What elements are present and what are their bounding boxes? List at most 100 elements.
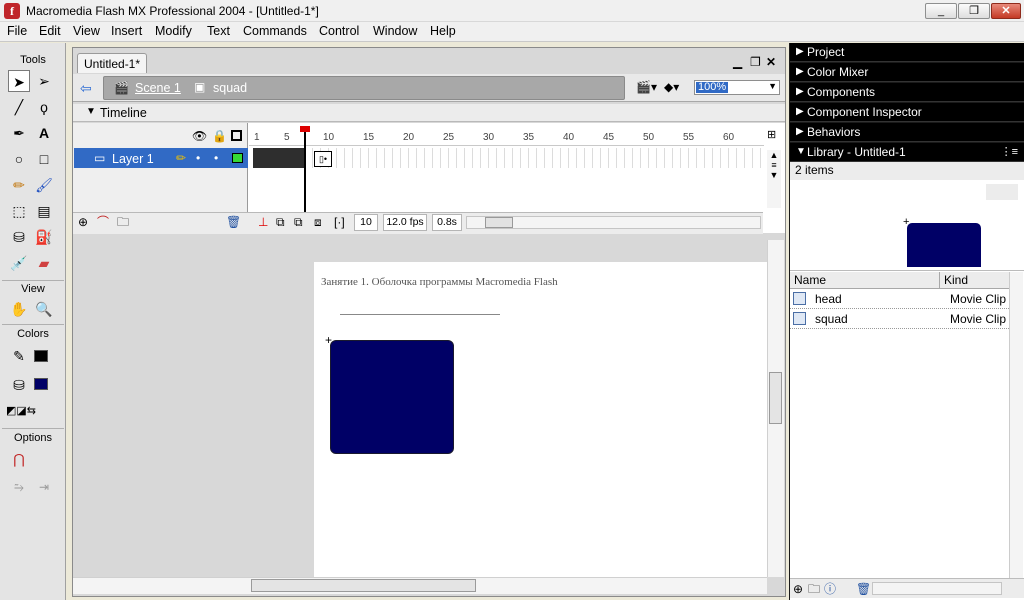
panel-behaviors[interactable]: ▶ Behaviors bbox=[790, 123, 1024, 142]
menu-view[interactable]: View bbox=[73, 24, 100, 38]
timeline-vscroll[interactable]: ▲ ≡ ▼ bbox=[767, 150, 781, 208]
lasso-tool-icon[interactable]: ϙ bbox=[33, 96, 55, 118]
minimize-button[interactable]: _ bbox=[925, 3, 957, 19]
preview-controls[interactable] bbox=[986, 184, 1018, 200]
free-transform-tool-icon[interactable]: ⬚ bbox=[8, 200, 30, 222]
pencil-tool-icon[interactable]: ✏ bbox=[8, 174, 30, 196]
maximize-button[interactable]: ❐ bbox=[958, 3, 990, 19]
new-folder-icon[interactable]: 🗀 bbox=[808, 582, 820, 596]
library-vscroll[interactable] bbox=[1009, 272, 1023, 578]
menu-text[interactable]: Text bbox=[207, 24, 230, 38]
panel-color-mixer[interactable]: ▶ Color Mixer bbox=[790, 63, 1024, 82]
show-hide-eye-icon[interactable]: 👁 bbox=[192, 129, 207, 143]
stage-hscroll-thumb[interactable] bbox=[251, 579, 476, 592]
stroke-color-swatch[interactable] bbox=[34, 350, 48, 362]
lock-icon[interactable]: 🔒 bbox=[212, 129, 227, 143]
document-tab[interactable]: Untitled-1* bbox=[77, 53, 147, 73]
zoom-tool-icon[interactable]: 🔍 bbox=[33, 298, 55, 320]
hand-tool-icon[interactable]: ✋ bbox=[8, 298, 30, 320]
fill-color-swatch[interactable] bbox=[34, 378, 48, 390]
delete-item-icon[interactable]: 🗑 bbox=[856, 582, 871, 596]
oval-tool-icon[interactable]: ○ bbox=[8, 148, 30, 170]
new-symbol-icon[interactable]: ⊕ bbox=[793, 582, 803, 596]
add-motion-guide-icon[interactable]: ⌒ bbox=[97, 215, 109, 229]
insert-layer-icon[interactable]: ⊕ bbox=[78, 215, 88, 229]
paint-bucket-tool-icon[interactable]: ⛽ bbox=[33, 226, 55, 248]
edit-symbols-icon[interactable]: ◆▾ bbox=[664, 80, 679, 94]
zoom-dropdown-icon[interactable]: ▼ bbox=[768, 81, 777, 91]
close-button[interactable]: ✕ bbox=[991, 3, 1021, 19]
edit-scene-icon[interactable]: 🎬▾ bbox=[636, 80, 657, 94]
end-frame-marker[interactable]: ▯• bbox=[314, 151, 332, 167]
playhead[interactable] bbox=[304, 126, 306, 212]
modify-markers-icon[interactable]: [·] bbox=[334, 215, 345, 229]
keyframe-span[interactable] bbox=[253, 148, 305, 168]
menu-control[interactable]: Control bbox=[319, 24, 359, 38]
expand-arrow-icon: ▶ bbox=[796, 46, 804, 57]
panel-components[interactable]: ▶ Components bbox=[790, 83, 1024, 102]
ruler-tick: 1 bbox=[254, 132, 260, 143]
eraser-tool-icon[interactable]: ▰ bbox=[33, 252, 55, 274]
swap-colors-icon[interactable]: ◩◪⇆ bbox=[6, 400, 36, 422]
snap-magnet-icon[interactable]: ⋂ bbox=[8, 448, 30, 470]
menu-window[interactable]: Window bbox=[373, 24, 417, 38]
breadcrumb-scene[interactable]: Scene 1 bbox=[135, 81, 181, 95]
library-item[interactable]: head Movie Clip bbox=[790, 290, 1009, 309]
doc-close-icon[interactable]: ✕ bbox=[766, 55, 776, 69]
onion-skin-icon[interactable]: ⧉ bbox=[276, 215, 285, 229]
menu-file[interactable]: File bbox=[7, 24, 27, 38]
brush-tool-icon[interactable]: 🖌 bbox=[33, 174, 55, 196]
menu-edit[interactable]: Edit bbox=[39, 24, 61, 38]
collapse-arrow-icon[interactable]: ▼ bbox=[86, 106, 96, 117]
panel-options-icon[interactable]: ⋮≡ bbox=[1001, 145, 1018, 158]
insert-folder-icon[interactable]: 🗀 bbox=[117, 215, 129, 229]
straighten-icon[interactable]: ⇥ bbox=[33, 476, 55, 498]
panel-library[interactable]: ▼ Library - Untitled-1 ⋮≡ bbox=[790, 143, 1024, 162]
ink-bottle-tool-icon[interactable]: ⛁ bbox=[8, 226, 30, 248]
menu-commands[interactable]: Commands bbox=[243, 24, 307, 38]
menu-help[interactable]: Help bbox=[430, 24, 456, 38]
column-divider[interactable] bbox=[939, 272, 940, 289]
fill-transform-tool-icon[interactable]: ▤ bbox=[33, 200, 55, 222]
outline-icon[interactable] bbox=[231, 130, 242, 141]
onion-outline-icon[interactable]: ⧉ bbox=[294, 215, 303, 229]
library-item[interactable]: squad Movie Clip bbox=[790, 310, 1009, 329]
frames-hscroll-thumb[interactable] bbox=[485, 217, 513, 228]
layer-color-swatch[interactable] bbox=[232, 153, 243, 163]
panel-project[interactable]: ▶ Project bbox=[790, 43, 1024, 62]
column-name[interactable]: Name bbox=[794, 273, 826, 287]
delete-layer-icon[interactable]: 🗑 bbox=[226, 215, 241, 229]
text-tool-icon[interactable]: A bbox=[33, 122, 55, 144]
timeline-options-icon[interactable]: ⊞ bbox=[767, 128, 776, 142]
pen-tool-icon[interactable]: ✒ bbox=[8, 122, 30, 144]
flash-app-icon[interactable]: f bbox=[4, 3, 20, 19]
menu-bar bbox=[0, 22, 1024, 42]
center-frame-icon[interactable]: ⊥ bbox=[258, 215, 268, 229]
breadcrumb-symbol[interactable]: squad bbox=[213, 81, 247, 95]
panel-component-inspector[interactable]: ▶ Component Inspector bbox=[790, 103, 1024, 122]
library-hscroll[interactable] bbox=[872, 582, 1002, 595]
edit-multiple-frames-icon[interactable]: ⧈ bbox=[314, 215, 322, 229]
frame-rate[interactable]: 12.0 fps bbox=[383, 214, 427, 231]
menu-insert[interactable]: Insert bbox=[111, 24, 142, 38]
arrow-tool-icon[interactable]: ➤ bbox=[8, 70, 30, 92]
squad-symbol-instance[interactable] bbox=[330, 340, 454, 454]
layer-name[interactable]: Layer 1 bbox=[112, 152, 154, 166]
timeline-header[interactable] bbox=[73, 104, 785, 122]
doc-restore-icon[interactable]: ❐ bbox=[750, 55, 761, 69]
doc-minimize-icon[interactable]: ▁ bbox=[733, 55, 742, 69]
smooth-icon[interactable]: ⥲ bbox=[8, 476, 30, 498]
menu-modify[interactable]: Modify bbox=[155, 24, 192, 38]
subselect-tool-icon[interactable]: ➢ bbox=[33, 70, 55, 92]
zoom-field[interactable]: 100% ▼ bbox=[694, 80, 780, 95]
rectangle-tool-icon[interactable]: □ bbox=[33, 148, 55, 170]
back-arrow-icon[interactable]: ⇦ bbox=[80, 81, 92, 95]
line-tool-icon[interactable]: ╱ bbox=[8, 96, 30, 118]
properties-icon[interactable]: ⓘ bbox=[824, 582, 836, 596]
visible-dot-icon[interactable]: • bbox=[196, 151, 200, 165]
column-kind[interactable]: Kind bbox=[944, 273, 968, 287]
playhead-handle[interactable] bbox=[300, 126, 310, 132]
eyedropper-tool-icon[interactable]: 💉 bbox=[8, 252, 30, 274]
lock-dot-icon[interactable]: • bbox=[214, 151, 218, 165]
stage-vscroll-thumb[interactable] bbox=[769, 372, 782, 424]
